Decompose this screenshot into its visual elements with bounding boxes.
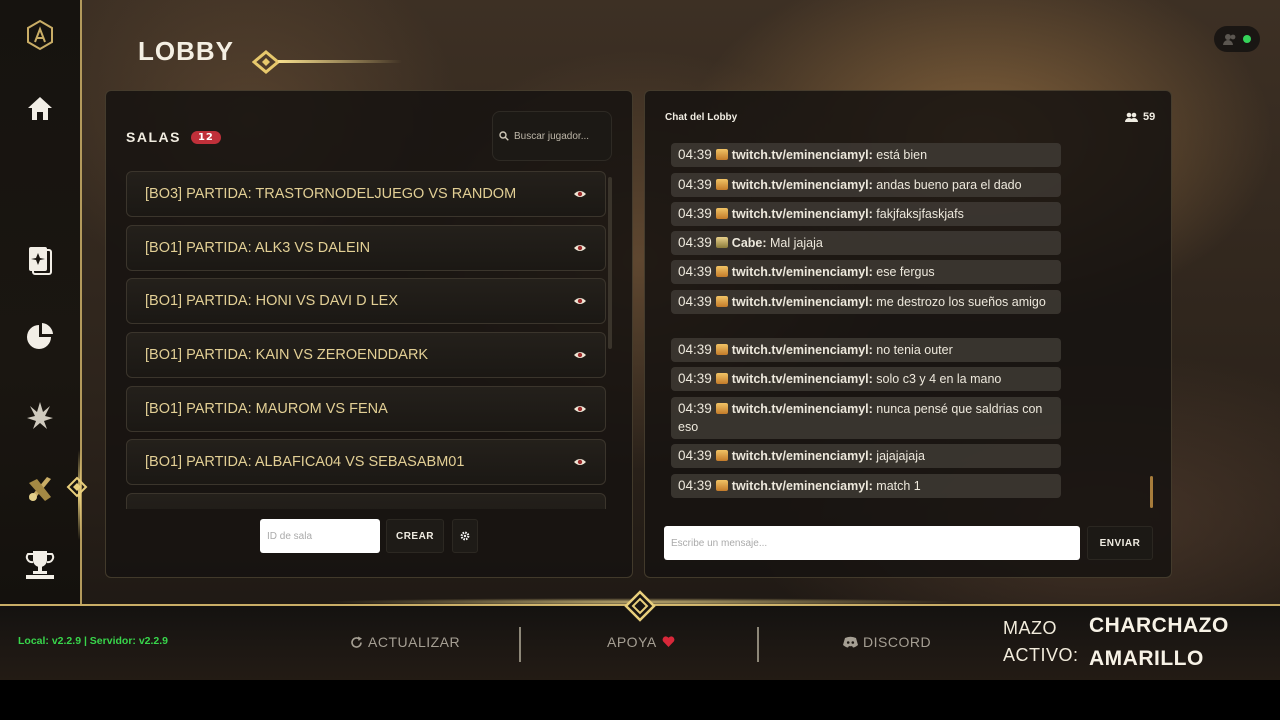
letterbox-strip: [0, 680, 1280, 720]
rank-icon: [715, 403, 728, 414]
eye-icon[interactable]: [573, 402, 587, 416]
rank-icon: [715, 266, 728, 277]
chat-message: 04:39 twitch.tv/eminenciamyl: está bien: [671, 143, 1061, 167]
chat-message: 04:39 twitch.tv/eminenciamyl: no tenia ou…: [671, 338, 1061, 362]
chat-message: 04:39 twitch.tv/eminenciamyl: solo c3 y 4…: [671, 367, 1061, 391]
chat-scrollbar[interactable]: [1150, 476, 1153, 508]
room-row[interactable]: [BO3] PARTIDA: TRASTORNODELJUEGO VS RAND…: [126, 171, 606, 217]
chat-message: 04:39 twitch.tv/eminenciamyl: ese fergus: [671, 260, 1061, 284]
room-name: [BO1] PARTIDA: ALBAFICA04 VS SEBASABM01: [145, 454, 465, 470]
eye-icon[interactable]: [573, 241, 587, 255]
room-name: [BO1] PARTIDA: MAUROM VS FENA: [145, 401, 388, 417]
faction-icon[interactable]: [19, 394, 61, 436]
deck-label-line2: ACTIVO:: [1003, 645, 1079, 665]
room-settings-button[interactable]: [452, 519, 478, 553]
eye-icon[interactable]: [573, 455, 587, 469]
users-icon: [1125, 112, 1138, 122]
create-room-button[interactable]: CREAR: [386, 519, 444, 553]
footer-separator: [519, 627, 521, 662]
rooms-list: [BO3] PARTIDA: TRASTORNODELJUEGO VS RAND…: [126, 171, 606, 509]
rank-icon: [715, 208, 728, 219]
room-row[interactable]: [BO1] PARTIDA: KAIN VS ZEROENDDARK: [126, 332, 606, 378]
refresh-icon: [351, 636, 362, 648]
search-input[interactable]: [514, 130, 604, 142]
active-indicator-diamond-icon: [66, 476, 88, 498]
chat-message: 04:39 twitch.tv/eminenciamyl: andas bueno…: [671, 173, 1061, 197]
chat-message: 04:39 twitch.tv/eminenciamyl: nunca pensé…: [671, 397, 1061, 439]
room-name: [BO3] PARTIDA: TRASTORNODELJUEGO VS RAND…: [145, 186, 517, 202]
friends-icon: [1223, 34, 1236, 45]
sidebar-nav: [0, 0, 88, 604]
room-row[interactable]: [BO1] PARTIDA: ALBAFICA04 VS SEBASABM01: [126, 439, 606, 485]
chat-message-input[interactable]: [664, 526, 1080, 560]
rank-icon: [715, 237, 728, 248]
logo-icon[interactable]: [19, 14, 61, 56]
online-count: 59: [1125, 111, 1155, 123]
active-deck-name-line2: AMARILLO: [1089, 647, 1204, 670]
rank-icon: [715, 179, 728, 190]
chat-title: Chat del Lobby: [665, 112, 738, 123]
player-search[interactable]: [492, 111, 612, 161]
room-row[interactable]: [BO1] PARTIDA: HONI VS DAVI D LEX: [126, 278, 606, 324]
chat-log[interactable]: 04:39 twitch.tv/eminenciamyl: está bien 0…: [671, 143, 1153, 509]
deck-label-line1: MAZO: [1003, 618, 1057, 638]
chat-message: 04:39 Cabe: Mal jajaja: [671, 231, 1061, 255]
online-dot: [1243, 35, 1251, 43]
support-button[interactable]: APOYA: [607, 634, 675, 650]
rooms-scrollbar[interactable]: [608, 177, 612, 349]
title-ornament: [252, 50, 402, 74]
rooms-title: SALAS: [126, 129, 181, 145]
send-button[interactable]: ENVIAR: [1087, 526, 1153, 560]
stats-pie-icon[interactable]: [19, 316, 61, 358]
discord-icon: [843, 636, 858, 648]
discord-label: DISCORD: [863, 634, 932, 650]
footer-diamond-icon: [624, 590, 656, 622]
discord-button[interactable]: DISCORD: [843, 634, 931, 650]
room-name: [BO1] PARTIDA: ALK3 VS DALEIN: [145, 240, 371, 256]
eye-icon[interactable]: [573, 348, 587, 362]
room-id-input[interactable]: [260, 519, 380, 553]
footer-separator: [757, 627, 759, 662]
rank-icon: [715, 296, 728, 307]
version-text: Local: v2.2.9 | Servidor: v2.2.9: [18, 635, 169, 647]
gear-icon: [460, 531, 470, 541]
chat-message: 04:39 twitch.tv/eminenciamyl: me destrozo…: [671, 290, 1061, 314]
rank-icon: [715, 344, 728, 355]
heart-icon: [662, 636, 675, 647]
refresh-label: ACTUALIZAR: [368, 634, 461, 650]
rooms-panel: SALAS 12 [BO3] PARTIDA: TRASTORNODELJUEG…: [105, 90, 633, 578]
room-name: [BO1] PARTIDA: KAIN VS ZEROENDDARK: [145, 347, 429, 363]
room-row-partial[interactable]: [126, 493, 606, 509]
rank-icon: [715, 149, 728, 160]
cards-icon[interactable]: [19, 238, 61, 280]
chat-panel: Chat del Lobby 59 04:39 twitch.tv/eminenc…: [644, 90, 1172, 578]
room-row[interactable]: [BO1] PARTIDA: ALK3 VS DALEIN: [126, 225, 606, 271]
eye-icon[interactable]: [573, 187, 587, 201]
rooms-header: SALAS 12: [126, 129, 221, 145]
trophy-icon[interactable]: [19, 543, 61, 585]
rank-icon: [715, 480, 728, 491]
support-label: APOYA: [607, 634, 657, 650]
eye-icon[interactable]: [573, 294, 587, 308]
home-icon[interactable]: [19, 87, 61, 129]
search-icon: [499, 131, 509, 141]
page-title: LOBBY: [138, 36, 234, 66]
room-row[interactable]: [BO1] PARTIDA: MAUROM VS FENA: [126, 386, 606, 432]
room-name: [BO1] PARTIDA: HONI VS DAVI D LEX: [145, 293, 399, 309]
rooms-count-badge: 12: [190, 130, 221, 144]
active-deck-name-line1: CHARCHAZO: [1089, 614, 1229, 637]
rank-icon: [715, 450, 728, 461]
rank-icon: [715, 373, 728, 384]
online-status-widget[interactable]: [1214, 26, 1260, 52]
chat-message: 04:39 twitch.tv/eminenciamyl: jajajajaja: [671, 444, 1061, 468]
chat-message: 04:39 twitch.tv/eminenciamyl: fakjfaksjfa…: [671, 202, 1061, 226]
battle-icon[interactable]: [19, 467, 61, 509]
online-count-value: 59: [1143, 111, 1156, 123]
chat-message: 04:39 twitch.tv/eminenciamyl: match 1: [671, 474, 1061, 498]
refresh-button[interactable]: ACTUALIZAR: [350, 634, 460, 650]
